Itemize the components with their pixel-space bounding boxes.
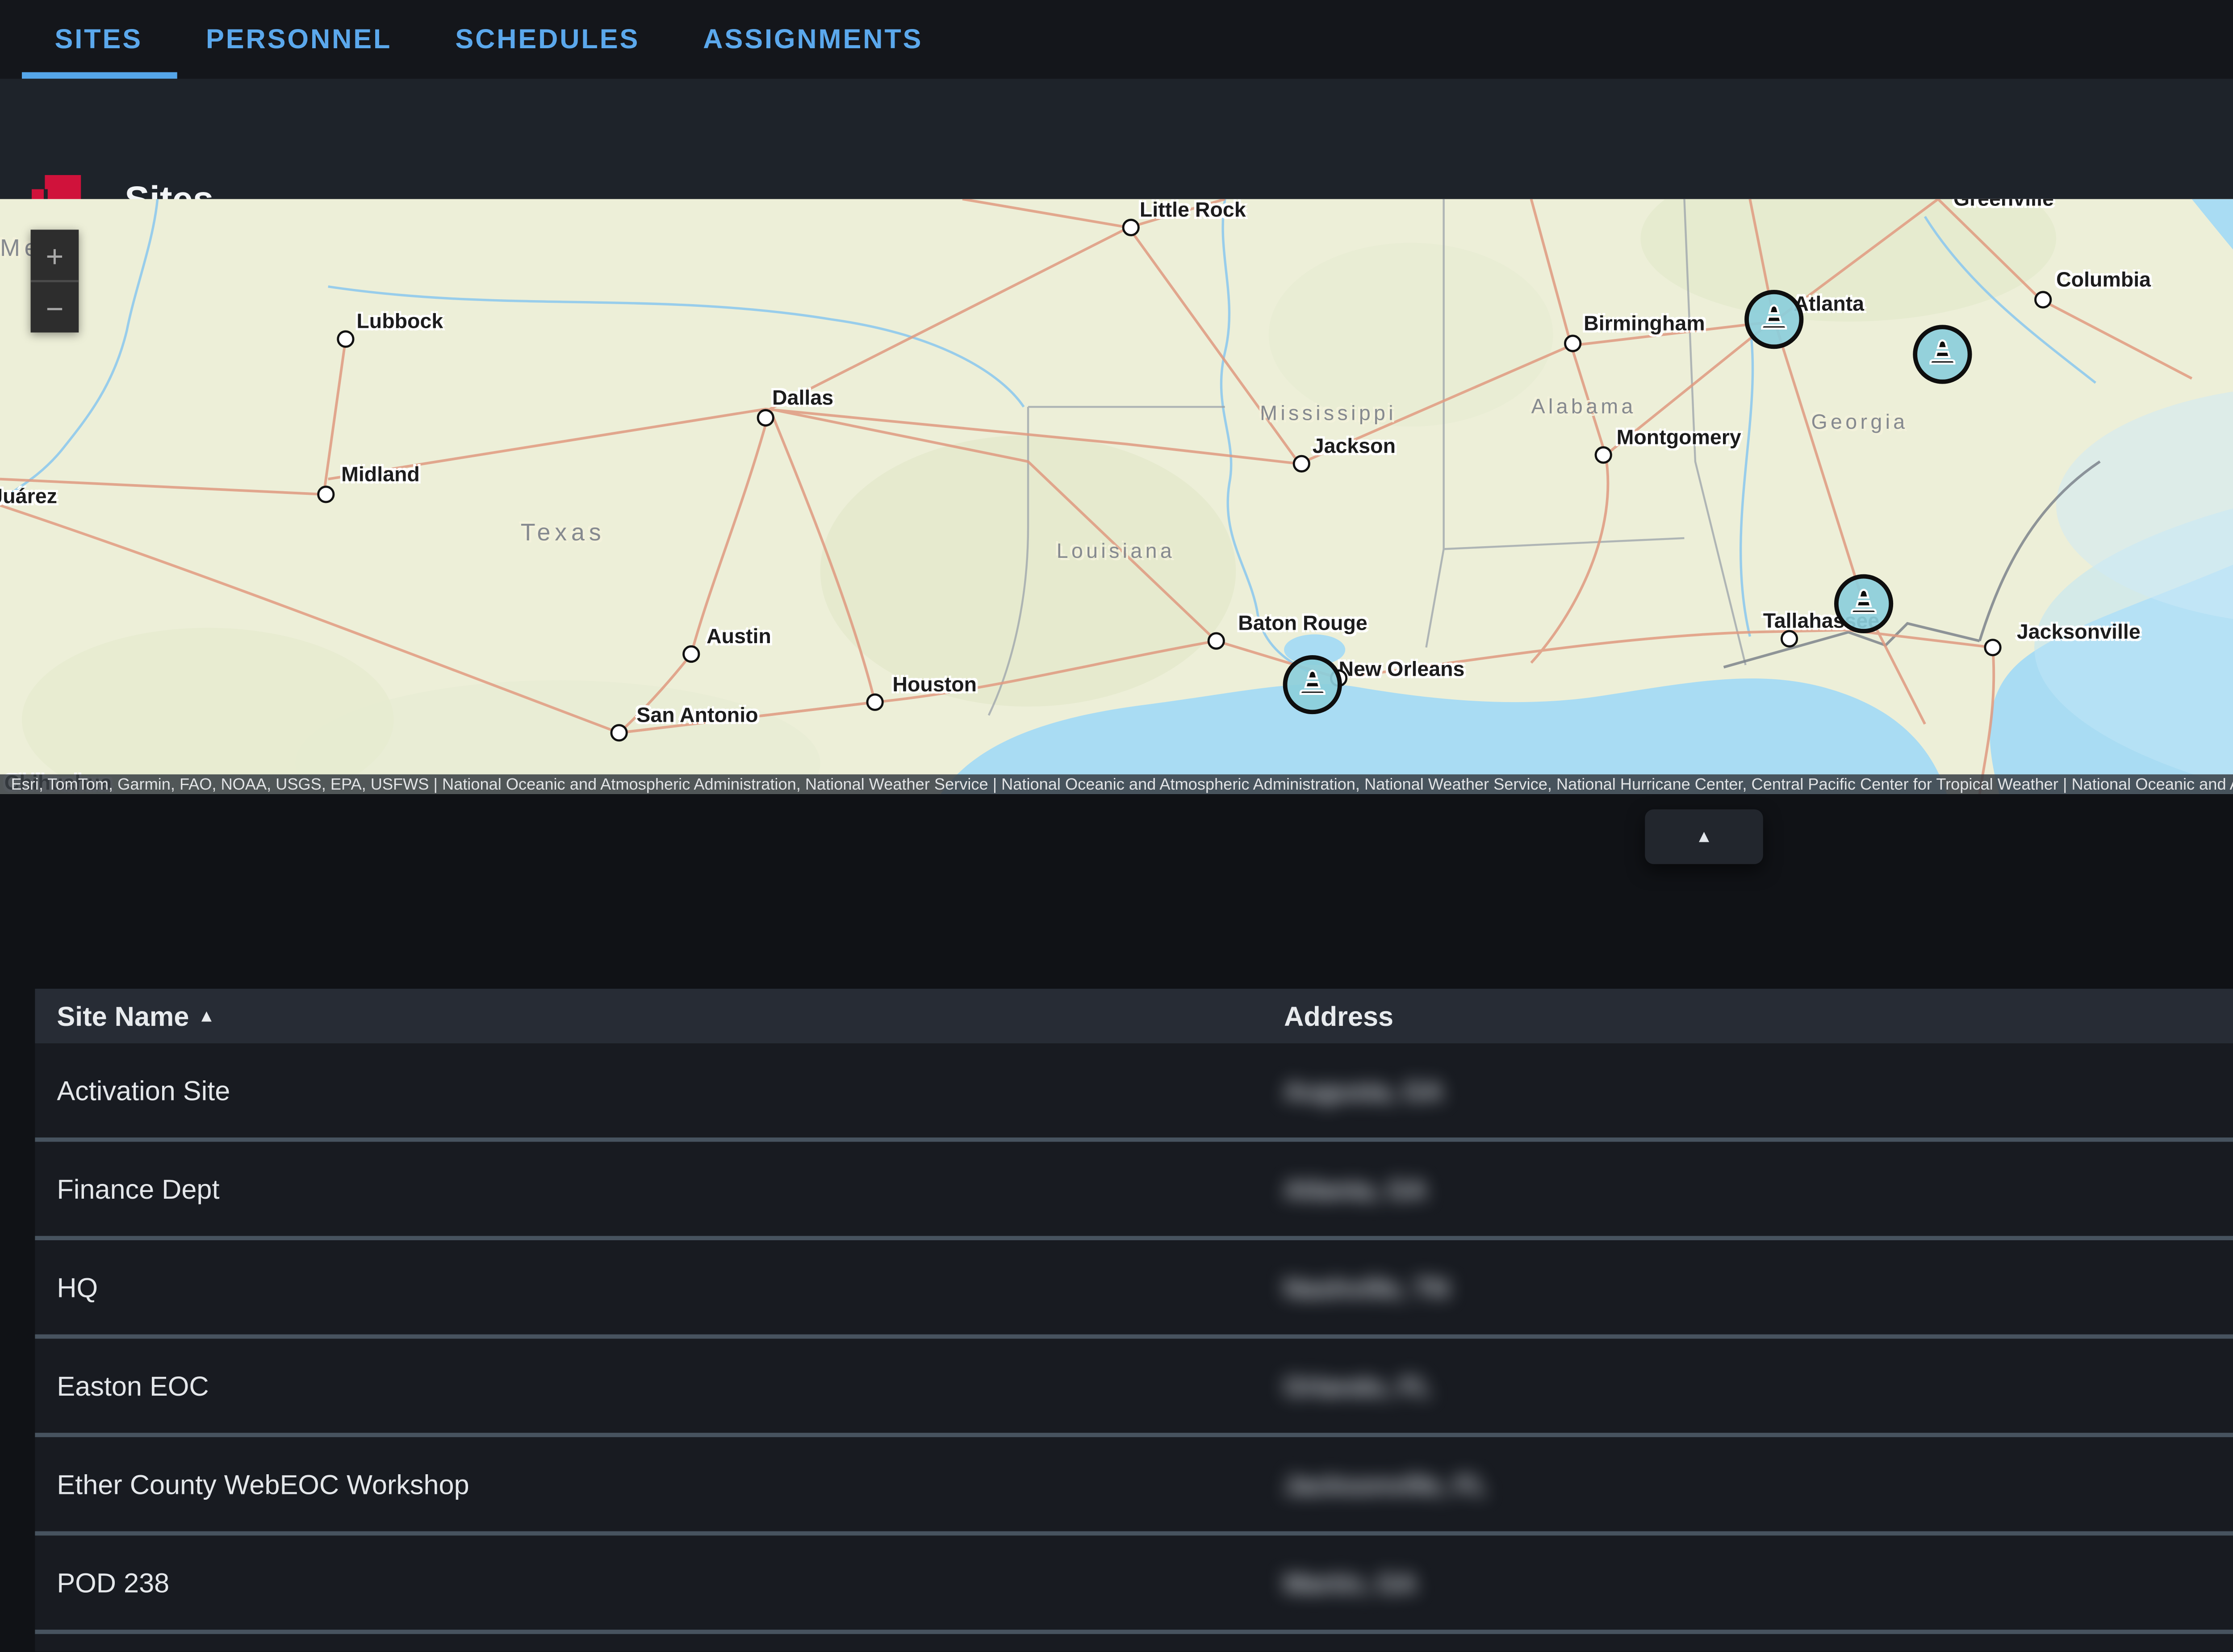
site-name-cell: Easton EOC — [57, 1371, 209, 1401]
site-name-cell: Ether County WebEOC Workshop — [57, 1469, 469, 1500]
table-row: Easton EOC Orlando, FL POSITIONS (2) SCH… — [35, 1339, 2233, 1437]
site-cluster-marker[interactable] — [1834, 574, 1893, 633]
map-basemap — [0, 199, 2233, 794]
state-label: Georgia — [1811, 411, 1908, 435]
city-label: Little Rock — [1140, 199, 1246, 223]
table-row: Ether County WebEOC Workshop Jacksonvill… — [35, 1437, 2233, 1535]
table-header: Site Name ▲ Address — [35, 989, 2233, 1043]
table-row: Finance Dept Atlanta, GA POSITIONS (4) S… — [35, 1142, 2233, 1240]
city-dot — [1595, 446, 1612, 464]
site-name-cell: Finance Dept — [57, 1174, 219, 1204]
site-address-redacted: Orlando, FL — [1284, 1371, 1634, 1401]
city-dot — [1208, 632, 1225, 650]
site-address-redacted: Augusta, GA — [1284, 1075, 1634, 1106]
table-row: HQ Nashville, TN POSITIONS (30) SCHEDULE… — [35, 1240, 2233, 1338]
traffic-cone-icon — [1926, 338, 1959, 371]
city-label: Lubbock — [356, 311, 443, 335]
sites-table: Site Name ▲ Address Activation Site Augus… — [35, 989, 2233, 1652]
city-label: New Orleans — [1339, 658, 1465, 682]
city-dot — [1564, 335, 1581, 352]
zoom-in-button[interactable]: + — [31, 230, 79, 282]
column-header-address[interactable]: Address — [1284, 1001, 1393, 1032]
city-label: Atlanta — [1794, 293, 1864, 317]
city-dot — [1984, 639, 2001, 656]
site-name-header-label: Site Name — [57, 1001, 189, 1032]
state-label: Texas — [521, 521, 606, 547]
city-label: Juárez — [0, 485, 57, 510]
traffic-cone-icon — [1758, 303, 1790, 335]
map-attribution: Esri, TomTom, Garmin, FAO, NOAA, USGS, E… — [0, 774, 2233, 794]
site-address-redacted: Nashville, TN — [1284, 1272, 1634, 1303]
city-label: Greenville — [1953, 199, 2054, 212]
city-label: Montgomery — [1617, 427, 1741, 451]
site-cluster-marker[interactable] — [1283, 655, 1342, 714]
collapse-map-button[interactable]: ▲ — [1645, 809, 1763, 864]
zoom-out-button[interactable]: − — [31, 282, 79, 333]
city-label: Midland — [341, 464, 420, 488]
city-label: Jackson — [1313, 435, 1396, 460]
site-name-cell: Activation Site — [57, 1075, 230, 1106]
state-label: Alabama — [1531, 396, 1636, 420]
city-dot — [866, 694, 884, 711]
site-name-cell: HQ — [57, 1272, 98, 1303]
city-label: Dallas — [772, 387, 833, 411]
sort-asc-icon: ▲ — [198, 1005, 215, 1025]
traffic-cone-icon — [1847, 587, 1880, 620]
site-address-redacted: Atlanta, GA — [1284, 1174, 1634, 1204]
tab-sites[interactable]: SITES — [54, 0, 142, 79]
city-dot — [317, 485, 335, 503]
map-zoom-control: + − — [31, 230, 79, 332]
table-row: POD 238 Martin, GA POSITIONS (6) SCHEDUL… — [35, 1535, 2233, 1634]
table-row-partial — [35, 1634, 2233, 1652]
traffic-cone-icon — [1296, 668, 1329, 701]
city-dot — [1781, 630, 1798, 648]
page-header: Sites DAILY OPERATIONS CREATE NEW + SEAR… — [0, 79, 2233, 199]
table-body: Activation Site Augusta, GA POSITIONS (8… — [35, 1043, 2233, 1634]
tab-schedules[interactable]: SCHEDULES — [455, 0, 640, 79]
state-label: Louisiana — [1057, 540, 1175, 565]
city-label: San Antonio — [636, 704, 758, 728]
map-canvas[interactable]: Little Rock Greenville Columbia Birmingham A… — [0, 199, 2233, 794]
city-dot — [682, 645, 700, 663]
city-dot — [1122, 219, 1140, 236]
attribution-text: Esri, TomTom, Garmin, FAO, NOAA, USGS, E… — [11, 774, 2233, 794]
city-label: Houston — [892, 674, 977, 698]
app-window: SITES PERSONNEL SCHEDULES ASSIGNMENTS Sites… — [0, 0, 2233, 1652]
column-header-site-name[interactable]: Site Name ▲ — [57, 1001, 215, 1032]
city-dot — [337, 330, 354, 348]
city-dot — [1293, 455, 1310, 473]
tab-assignments[interactable]: ASSIGNMENTS — [703, 0, 923, 79]
city-label: Baton Rouge — [1238, 612, 1367, 636]
chevron-up-icon: ▲ — [1695, 827, 1713, 846]
site-address-redacted: Jacksonville, FL — [1284, 1469, 1634, 1500]
state-label: Mississippi — [1260, 402, 1397, 427]
top-nav: SITES PERSONNEL SCHEDULES ASSIGNMENTS — [0, 0, 2233, 79]
city-dot — [611, 724, 628, 741]
tab-personnel[interactable]: PERSONNEL — [206, 0, 392, 79]
city-label: Austin — [707, 626, 771, 650]
site-cluster-marker[interactable] — [1913, 325, 1972, 384]
nav-tabs: SITES PERSONNEL SCHEDULES ASSIGNMENTS — [54, 0, 986, 79]
city-label: Columbia — [2056, 269, 2151, 293]
table-row: Activation Site Augusta, GA POSITIONS (8… — [35, 1043, 2233, 1142]
site-name-cell: POD 238 — [57, 1567, 169, 1598]
city-dot — [757, 409, 774, 427]
city-dot — [2034, 291, 2052, 308]
site-address-redacted: Martin, GA — [1284, 1567, 1634, 1598]
city-label: Jacksonville — [2017, 621, 2141, 645]
city-label: Birmingham — [1584, 313, 1705, 337]
site-cluster-marker[interactable] — [1744, 290, 1803, 349]
